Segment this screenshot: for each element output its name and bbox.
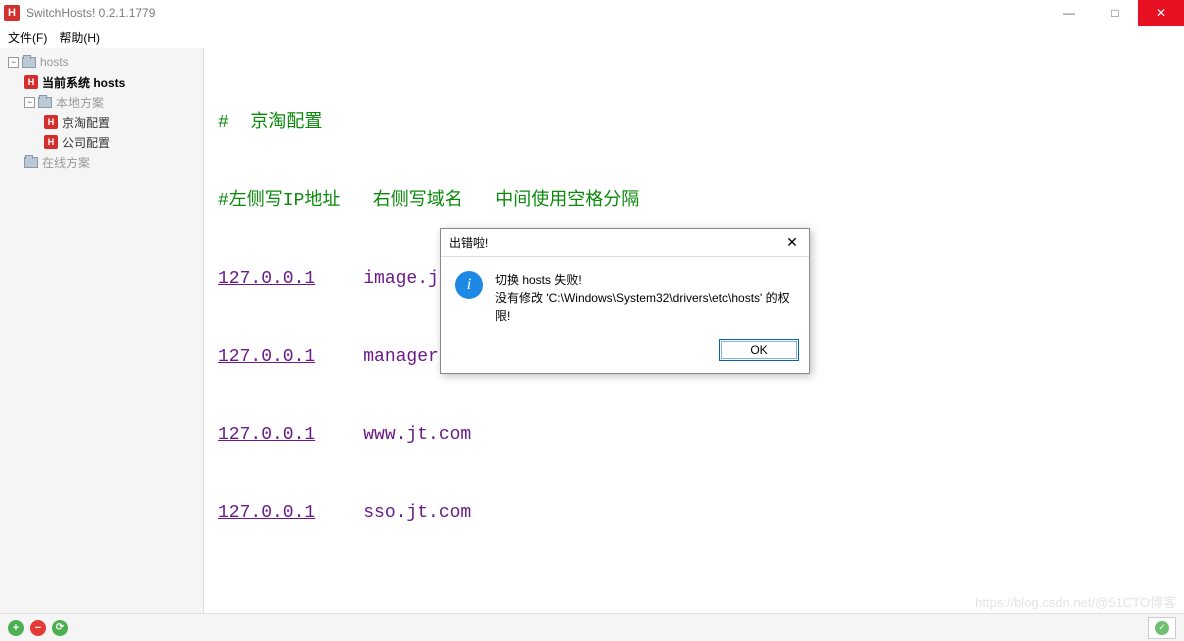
tree-current-label: 当前系统 hosts: [42, 74, 125, 91]
close-button[interactable]: ✕: [1138, 0, 1184, 26]
editor-comment: #左侧写IP地址 右侧写域名 中间使用空格分隔: [218, 188, 1170, 214]
hosts-icon: H: [44, 135, 58, 149]
info-icon: i: [455, 271, 483, 299]
editor-line: 127.0.0.1www.jt.com: [218, 422, 1170, 448]
dialog-title: 出错啦!: [449, 234, 783, 251]
tree-local-label: 本地方案: [56, 94, 104, 111]
hosts-icon: H: [24, 75, 38, 89]
editor-comment: # 京淘配置: [218, 110, 1170, 136]
menubar: 文件(F) 帮助(H): [0, 26, 1184, 48]
tree-item-company[interactable]: H 公司配置: [0, 132, 203, 152]
editor-line: 127.0.0.1sso.jt.com: [218, 500, 1170, 526]
sidebar: − hosts H 当前系统 hosts − 本地方案 H 京淘配置 H 公司配…: [0, 48, 204, 613]
folder-icon: [22, 57, 36, 68]
delete-button[interactable]: −: [30, 620, 46, 636]
tree-item-label: 公司配置: [62, 134, 110, 151]
window-title: SwitchHosts! 0.2.1.1779: [26, 6, 1046, 20]
ok-button[interactable]: OK: [719, 339, 799, 361]
status-check-icon: ✓: [1155, 621, 1169, 635]
expander-icon[interactable]: −: [8, 57, 19, 68]
dialog-close-icon[interactable]: ✕: [783, 234, 801, 252]
tree-root-label: hosts: [40, 55, 69, 69]
error-dialog: 出错啦! ✕ i 切换 hosts 失败! 没有修改 'C:\Windows\S…: [440, 228, 810, 374]
tree-current-hosts[interactable]: H 当前系统 hosts: [0, 72, 203, 92]
tree-online-label: 在线方案: [42, 154, 90, 171]
tree-local-group[interactable]: − 本地方案: [0, 92, 203, 112]
footer: + − ⟳ ✓: [0, 613, 1184, 641]
hosts-icon: H: [44, 115, 58, 129]
add-button[interactable]: +: [8, 620, 24, 636]
dialog-message: 切换 hosts 失败! 没有修改 'C:\Windows\System32\d…: [495, 271, 797, 325]
menu-help[interactable]: 帮助(H): [59, 29, 100, 46]
app-icon: H: [4, 5, 20, 21]
refresh-button[interactable]: ⟳: [52, 620, 68, 636]
tree-item-label: 京淘配置: [62, 114, 110, 131]
tree-online-group[interactable]: 在线方案: [0, 152, 203, 172]
menu-file[interactable]: 文件(F): [8, 29, 47, 46]
window-titlebar: H SwitchHosts! 0.2.1.1779 — □ ✕: [0, 0, 1184, 26]
folder-icon: [38, 97, 52, 108]
maximize-button[interactable]: □: [1092, 0, 1138, 26]
tree-root[interactable]: − hosts: [0, 52, 203, 72]
status-button[interactable]: ✓: [1148, 617, 1176, 639]
folder-icon: [24, 157, 38, 168]
tree-item-jingtao[interactable]: H 京淘配置: [0, 112, 203, 132]
expander-icon[interactable]: −: [24, 97, 35, 108]
minimize-button[interactable]: —: [1046, 0, 1092, 26]
